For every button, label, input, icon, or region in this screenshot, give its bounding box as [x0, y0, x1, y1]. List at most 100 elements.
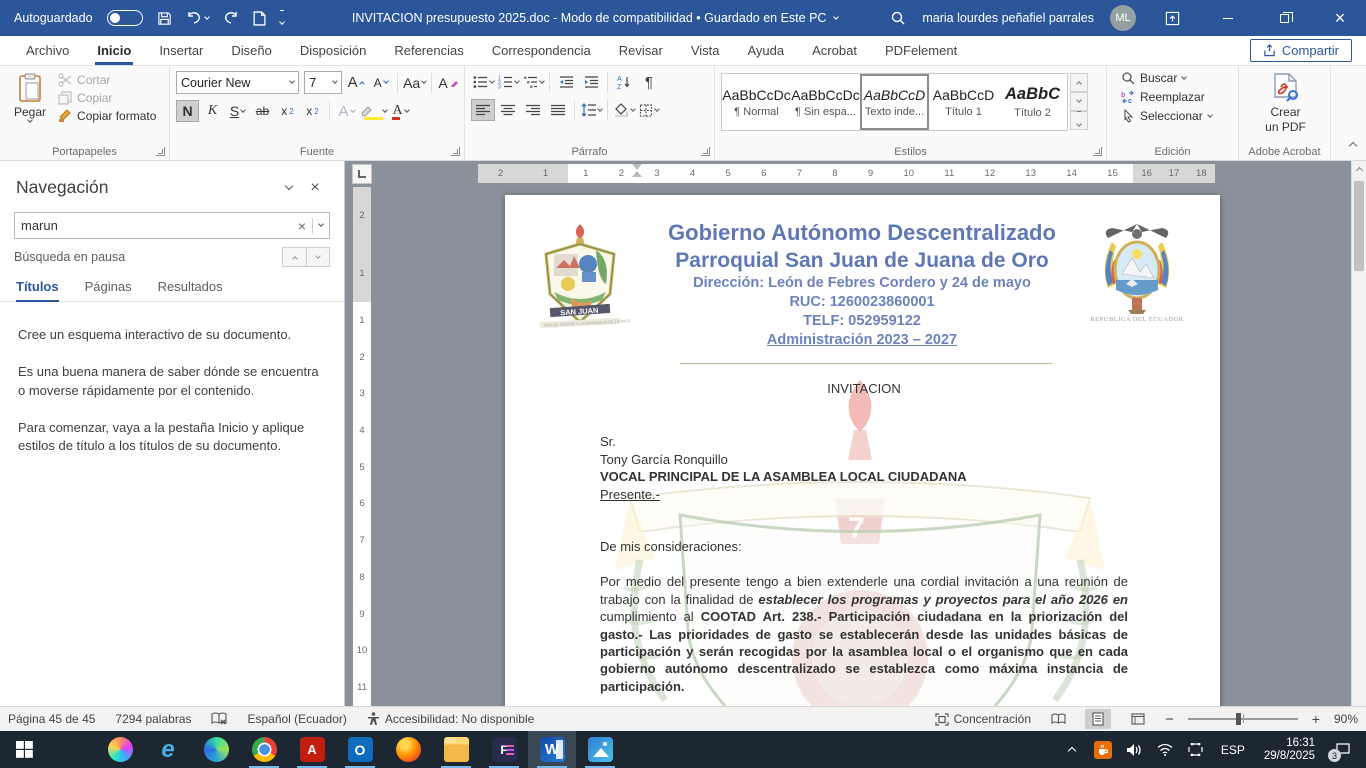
- photos-icon[interactable]: [576, 731, 624, 768]
- autosave-toggle[interactable]: [107, 10, 143, 26]
- horizontal-ruler[interactable]: 21 123456789101112131415 161718: [478, 164, 1215, 183]
- borders-button[interactable]: [637, 99, 661, 121]
- accessibility-status[interactable]: Accesibilidad: No disponible: [367, 712, 534, 726]
- previous-result-button[interactable]: [282, 247, 306, 267]
- user-name[interactable]: maria lourdes peñafiel parrales: [922, 11, 1094, 25]
- navigation-options-chevron-icon[interactable]: [276, 186, 302, 189]
- styles-scroll-down-button[interactable]: [1070, 92, 1088, 111]
- word-icon[interactable]: W: [528, 731, 576, 768]
- word-count[interactable]: 7294 palabras: [115, 712, 191, 726]
- shading-button[interactable]: [612, 99, 636, 121]
- style-normal[interactable]: AaBbCcDc¶ Normal: [722, 74, 791, 130]
- tab-pdfelement[interactable]: PDFelement: [871, 36, 971, 65]
- avatar[interactable]: ML: [1110, 5, 1136, 31]
- navigation-close-icon[interactable]: ×: [302, 179, 328, 197]
- create-pdf-button[interactable]: Crear un PDF: [1245, 73, 1326, 135]
- language-switcher[interactable]: ESP: [1215, 743, 1251, 757]
- underline-button[interactable]: S: [226, 100, 249, 122]
- print-layout-icon[interactable]: [1085, 709, 1111, 729]
- zoom-in-icon[interactable]: +: [1312, 711, 1320, 727]
- taskbar-search-icon[interactable]: [48, 731, 96, 768]
- copilot-icon[interactable]: [96, 731, 144, 768]
- tab-diseno[interactable]: Diseño: [217, 36, 285, 65]
- web-layout-icon[interactable]: [1125, 709, 1151, 729]
- replace-button[interactable]: bc Reemplazar: [1121, 90, 1234, 104]
- sort-button[interactable]: AZ: [612, 71, 636, 93]
- java-update-icon[interactable]: [1091, 731, 1115, 768]
- increase-indent-button[interactable]: [579, 71, 603, 93]
- save-icon[interactable]: [157, 11, 172, 26]
- scrollbar-thumb[interactable]: [1354, 181, 1364, 271]
- style-titulo-2[interactable]: AaBbCTítulo 2: [998, 74, 1067, 130]
- zoom-slider-thumb[interactable]: [1236, 713, 1241, 725]
- select-button[interactable]: Seleccionar: [1121, 109, 1234, 123]
- styles-more-button[interactable]: [1070, 111, 1088, 130]
- align-left-button[interactable]: [471, 99, 495, 121]
- justify-button[interactable]: [546, 99, 570, 121]
- scroll-up-icon[interactable]: [1352, 161, 1366, 177]
- notification-center-icon[interactable]: 3: [1328, 731, 1358, 768]
- chrome-icon[interactable]: [240, 731, 288, 768]
- text-effects-button[interactable]: A: [335, 100, 358, 122]
- font-color-button[interactable]: A: [389, 100, 412, 122]
- tab-disposicion[interactable]: Disposición: [286, 36, 380, 65]
- close-button[interactable]: ×: [1320, 0, 1360, 36]
- font-dialog-launcher[interactable]: [451, 147, 460, 156]
- styles-scroll-up-button[interactable]: [1070, 73, 1088, 92]
- focus-mode-button[interactable]: Concentración: [935, 712, 1031, 726]
- clock[interactable]: 16:31 29/8/2025: [1258, 737, 1321, 763]
- clear-formatting-button[interactable]: A: [437, 72, 460, 94]
- italic-button[interactable]: K: [201, 100, 224, 122]
- search-options-chevron-icon[interactable]: [318, 221, 324, 227]
- tab-vista[interactable]: Vista: [677, 36, 734, 65]
- cut-button[interactable]: Cortar: [58, 73, 156, 87]
- bold-button[interactable]: N: [176, 100, 199, 122]
- restore-button[interactable]: [1264, 0, 1304, 36]
- copy-button[interactable]: Copiar: [58, 91, 156, 105]
- strikethrough-button[interactable]: ab: [251, 100, 274, 122]
- customize-quick-access-icon[interactable]: [280, 10, 284, 27]
- navigation-search-input[interactable]: [21, 218, 292, 233]
- screen-snip-icon[interactable]: [1184, 731, 1208, 768]
- align-right-button[interactable]: [521, 99, 545, 121]
- tab-acrobat[interactable]: Acrobat: [798, 36, 871, 65]
- minimize-button[interactable]: [1208, 0, 1248, 36]
- fes-app-icon[interactable]: F: [480, 731, 528, 768]
- zoom-level[interactable]: 90%: [1334, 712, 1358, 726]
- volume-icon[interactable]: [1122, 731, 1146, 768]
- nav-tab-titulos[interactable]: Títulos: [16, 279, 59, 301]
- redo-icon[interactable]: [223, 11, 239, 25]
- numbering-button[interactable]: 123: [496, 71, 520, 93]
- tab-ayuda[interactable]: Ayuda: [733, 36, 798, 65]
- indent-markers[interactable]: [632, 164, 642, 183]
- language-indicator[interactable]: Español (Ecuador): [247, 712, 346, 726]
- zoom-out-icon[interactable]: −: [1165, 711, 1174, 728]
- document-body[interactable]: INVITACION Sr. Tony García Ronquillo VOC…: [600, 380, 1128, 706]
- collapse-ribbon-icon[interactable]: [1350, 136, 1356, 154]
- font-size-select[interactable]: 7: [304, 71, 342, 94]
- change-case-button[interactable]: Aa: [403, 72, 426, 94]
- read-mode-icon[interactable]: [1045, 709, 1071, 729]
- tab-inicio[interactable]: Inicio: [83, 36, 145, 65]
- shrink-font-button[interactable]: A: [369, 72, 392, 94]
- vertical-ruler[interactable]: 21 1234567891011: [353, 187, 371, 706]
- decrease-indent-button[interactable]: [554, 71, 578, 93]
- highlight-color-button[interactable]: [360, 100, 387, 122]
- find-button[interactable]: Buscar: [1121, 71, 1234, 85]
- vertical-scrollbar[interactable]: [1351, 161, 1366, 706]
- zoom-slider[interactable]: [1188, 718, 1298, 720]
- edge-icon[interactable]: [192, 731, 240, 768]
- paste-button[interactable]: Pegar: [6, 71, 54, 144]
- paragraph-dialog-launcher[interactable]: [701, 147, 710, 156]
- multilevel-list-button[interactable]: [521, 71, 545, 93]
- start-button[interactable]: [0, 731, 48, 768]
- firefox-icon[interactable]: [384, 731, 432, 768]
- touch-mouse-mode-icon[interactable]: [253, 11, 266, 26]
- saved-location-chevron-icon[interactable]: [834, 14, 840, 20]
- show-paragraph-marks-button[interactable]: ¶: [637, 71, 661, 93]
- subscript-button[interactable]: x2: [276, 100, 299, 122]
- align-center-button[interactable]: [496, 99, 520, 121]
- style-texto-independiente[interactable]: AaBbCcDTexto inde...: [860, 74, 929, 130]
- clear-search-icon[interactable]: ×: [298, 218, 306, 234]
- font-family-select[interactable]: Courier New: [176, 71, 299, 94]
